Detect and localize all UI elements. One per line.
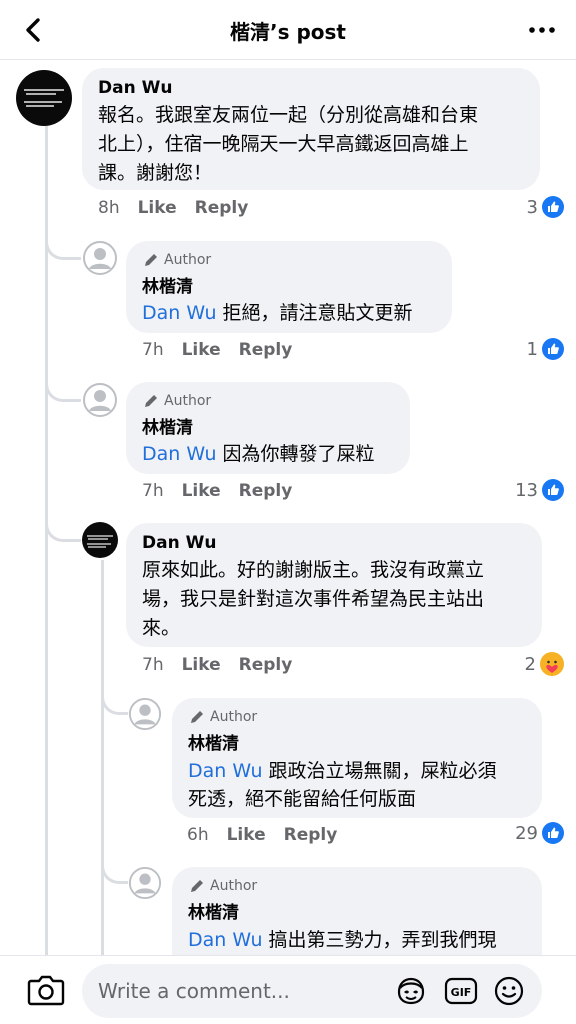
comment-composer: Write a comment... GIF — [0, 955, 576, 1024]
thread-connector — [45, 228, 81, 260]
avatar-sticker-icon[interactable] — [395, 976, 427, 1006]
avatar[interactable] — [82, 240, 118, 276]
avatar-image — [87, 535, 113, 548]
comment-bubble: Author 林楷清 Dan Wu 跟政治立場無關，屎粒必須 死透，絕不能留給任… — [172, 698, 542, 818]
like-button[interactable]: Like — [182, 481, 221, 501]
comment-bubble: Author 林楷清 Dan Wu 拒絕，請注意貼文更新 — [126, 241, 452, 333]
comment-actions: 8h Like Reply — [98, 198, 248, 218]
comment-author-name[interactable]: 林楷清 — [142, 413, 394, 438]
timestamp: 7h — [142, 481, 164, 501]
avatar[interactable] — [16, 70, 72, 126]
reply-button[interactable]: Reply — [239, 655, 293, 675]
like-reaction-icon — [542, 338, 564, 360]
pencil-icon — [145, 254, 157, 266]
timestamp: 7h — [142, 655, 164, 675]
timestamp: 8h — [98, 198, 120, 218]
comment-text: Dan Wu 跟政治立場無關，屎粒必須 死透，絕不能留給任何版面 — [188, 760, 497, 810]
default-avatar-icon — [83, 241, 117, 275]
comment-actions: 6h Like Reply — [187, 825, 337, 845]
comment-placeholder: Write a comment... — [98, 979, 290, 1003]
comment-author-name[interactable]: 林楷清 — [142, 272, 436, 297]
avatar[interactable] — [128, 866, 162, 900]
thread-connector — [101, 852, 129, 884]
avatar-image — [24, 89, 64, 107]
pencil-icon — [191, 711, 203, 723]
reply-button[interactable]: Reply — [284, 825, 338, 845]
comment-author-name[interactable]: 林楷清 — [188, 898, 526, 923]
comment-actions: 7h Like Reply — [142, 481, 292, 501]
reaction-count[interactable]: 3 — [527, 196, 564, 218]
author-badge: Author — [142, 392, 394, 410]
comment-bubble: Author 林楷清 Dan Wu 搞出第三勢力，弄到我們現 — [172, 867, 542, 955]
mention-link[interactable]: Dan Wu — [142, 302, 217, 324]
reaction-count[interactable]: 1 — [527, 338, 564, 360]
thread-line — [101, 560, 104, 955]
thread-connector — [45, 510, 81, 542]
author-badge: Author — [188, 708, 526, 726]
comment-input[interactable]: Write a comment... GIF — [82, 964, 542, 1018]
timestamp: 7h — [142, 340, 164, 360]
gif-icon[interactable]: GIF — [444, 976, 478, 1006]
reaction-count[interactable]: 2 — [525, 652, 564, 676]
reply-button[interactable]: Reply — [195, 198, 249, 218]
like-button[interactable]: Like — [138, 198, 177, 218]
avatar[interactable] — [82, 522, 118, 558]
comment-bubble: Author 林楷清 Dan Wu 因為你轉發了屎粒 — [126, 382, 410, 474]
svg-text:GIF: GIF — [451, 986, 472, 999]
comment-thread: Dan Wu 報名。我跟室友兩位一起（分別從高雄和台東 北上），住宿一晚隔天一大… — [0, 0, 576, 955]
thread-connector — [101, 683, 129, 715]
like-reaction-icon — [542, 822, 564, 844]
default-avatar-icon — [83, 383, 117, 417]
like-reaction-icon — [542, 479, 564, 501]
like-button[interactable]: Like — [182, 340, 221, 360]
comment-text: Dan Wu 搞出第三勢力，弄到我們現 — [188, 929, 497, 951]
author-badge: Author — [188, 877, 526, 895]
like-reaction-icon — [542, 196, 564, 218]
pencil-icon — [145, 395, 157, 407]
comment-actions: 7h Like Reply — [142, 655, 292, 675]
avatar[interactable] — [82, 382, 118, 418]
like-button[interactable]: Like — [227, 825, 266, 845]
like-button[interactable]: Like — [182, 655, 221, 675]
comment-text: 原來如此。好的謝謝版主。我沒有政黨立 場，我只是針對這次事件希望為民主站出 來。 — [142, 559, 485, 639]
emoji-icon[interactable] — [493, 975, 525, 1007]
comment-text: 報名。我跟室友兩位一起（分別從高雄和台東 北上），住宿一晚隔天一大早高鐵返回高雄… — [98, 104, 479, 184]
reaction-count[interactable]: 29 — [515, 822, 564, 844]
author-badge: Author — [142, 251, 436, 269]
care-reaction-icon — [540, 652, 564, 676]
timestamp: 6h — [187, 825, 209, 845]
comment-author-name[interactable]: Dan Wu — [98, 78, 524, 98]
reply-button[interactable]: Reply — [239, 481, 293, 501]
reaction-count[interactable]: 13 — [515, 479, 564, 501]
thread-connector — [45, 370, 81, 402]
comment-text: Dan Wu 因為你轉發了屎粒 — [142, 443, 375, 465]
comment-actions: 7h Like Reply — [142, 340, 292, 360]
comment-text: Dan Wu 拒絕，請注意貼文更新 — [142, 302, 413, 324]
comment-bubble: Dan Wu 原來如此。好的謝謝版主。我沒有政黨立 場，我只是針對這次事件希望為… — [126, 523, 542, 647]
comment-author-name[interactable]: Dan Wu — [142, 533, 526, 553]
mention-link[interactable]: Dan Wu — [188, 760, 263, 782]
camera-icon[interactable] — [26, 972, 66, 1008]
comment-bubble: Dan Wu 報名。我跟室友兩位一起（分別從高雄和台東 北上），住宿一晚隔天一大… — [82, 68, 540, 190]
reply-button[interactable]: Reply — [239, 340, 293, 360]
mention-link[interactable]: Dan Wu — [188, 929, 263, 951]
default-avatar-icon — [128, 866, 162, 900]
avatar[interactable] — [128, 697, 162, 731]
pencil-icon — [191, 880, 203, 892]
comment-author-name[interactable]: 林楷清 — [188, 729, 526, 754]
mention-link[interactable]: Dan Wu — [142, 443, 217, 465]
default-avatar-icon — [128, 697, 162, 731]
